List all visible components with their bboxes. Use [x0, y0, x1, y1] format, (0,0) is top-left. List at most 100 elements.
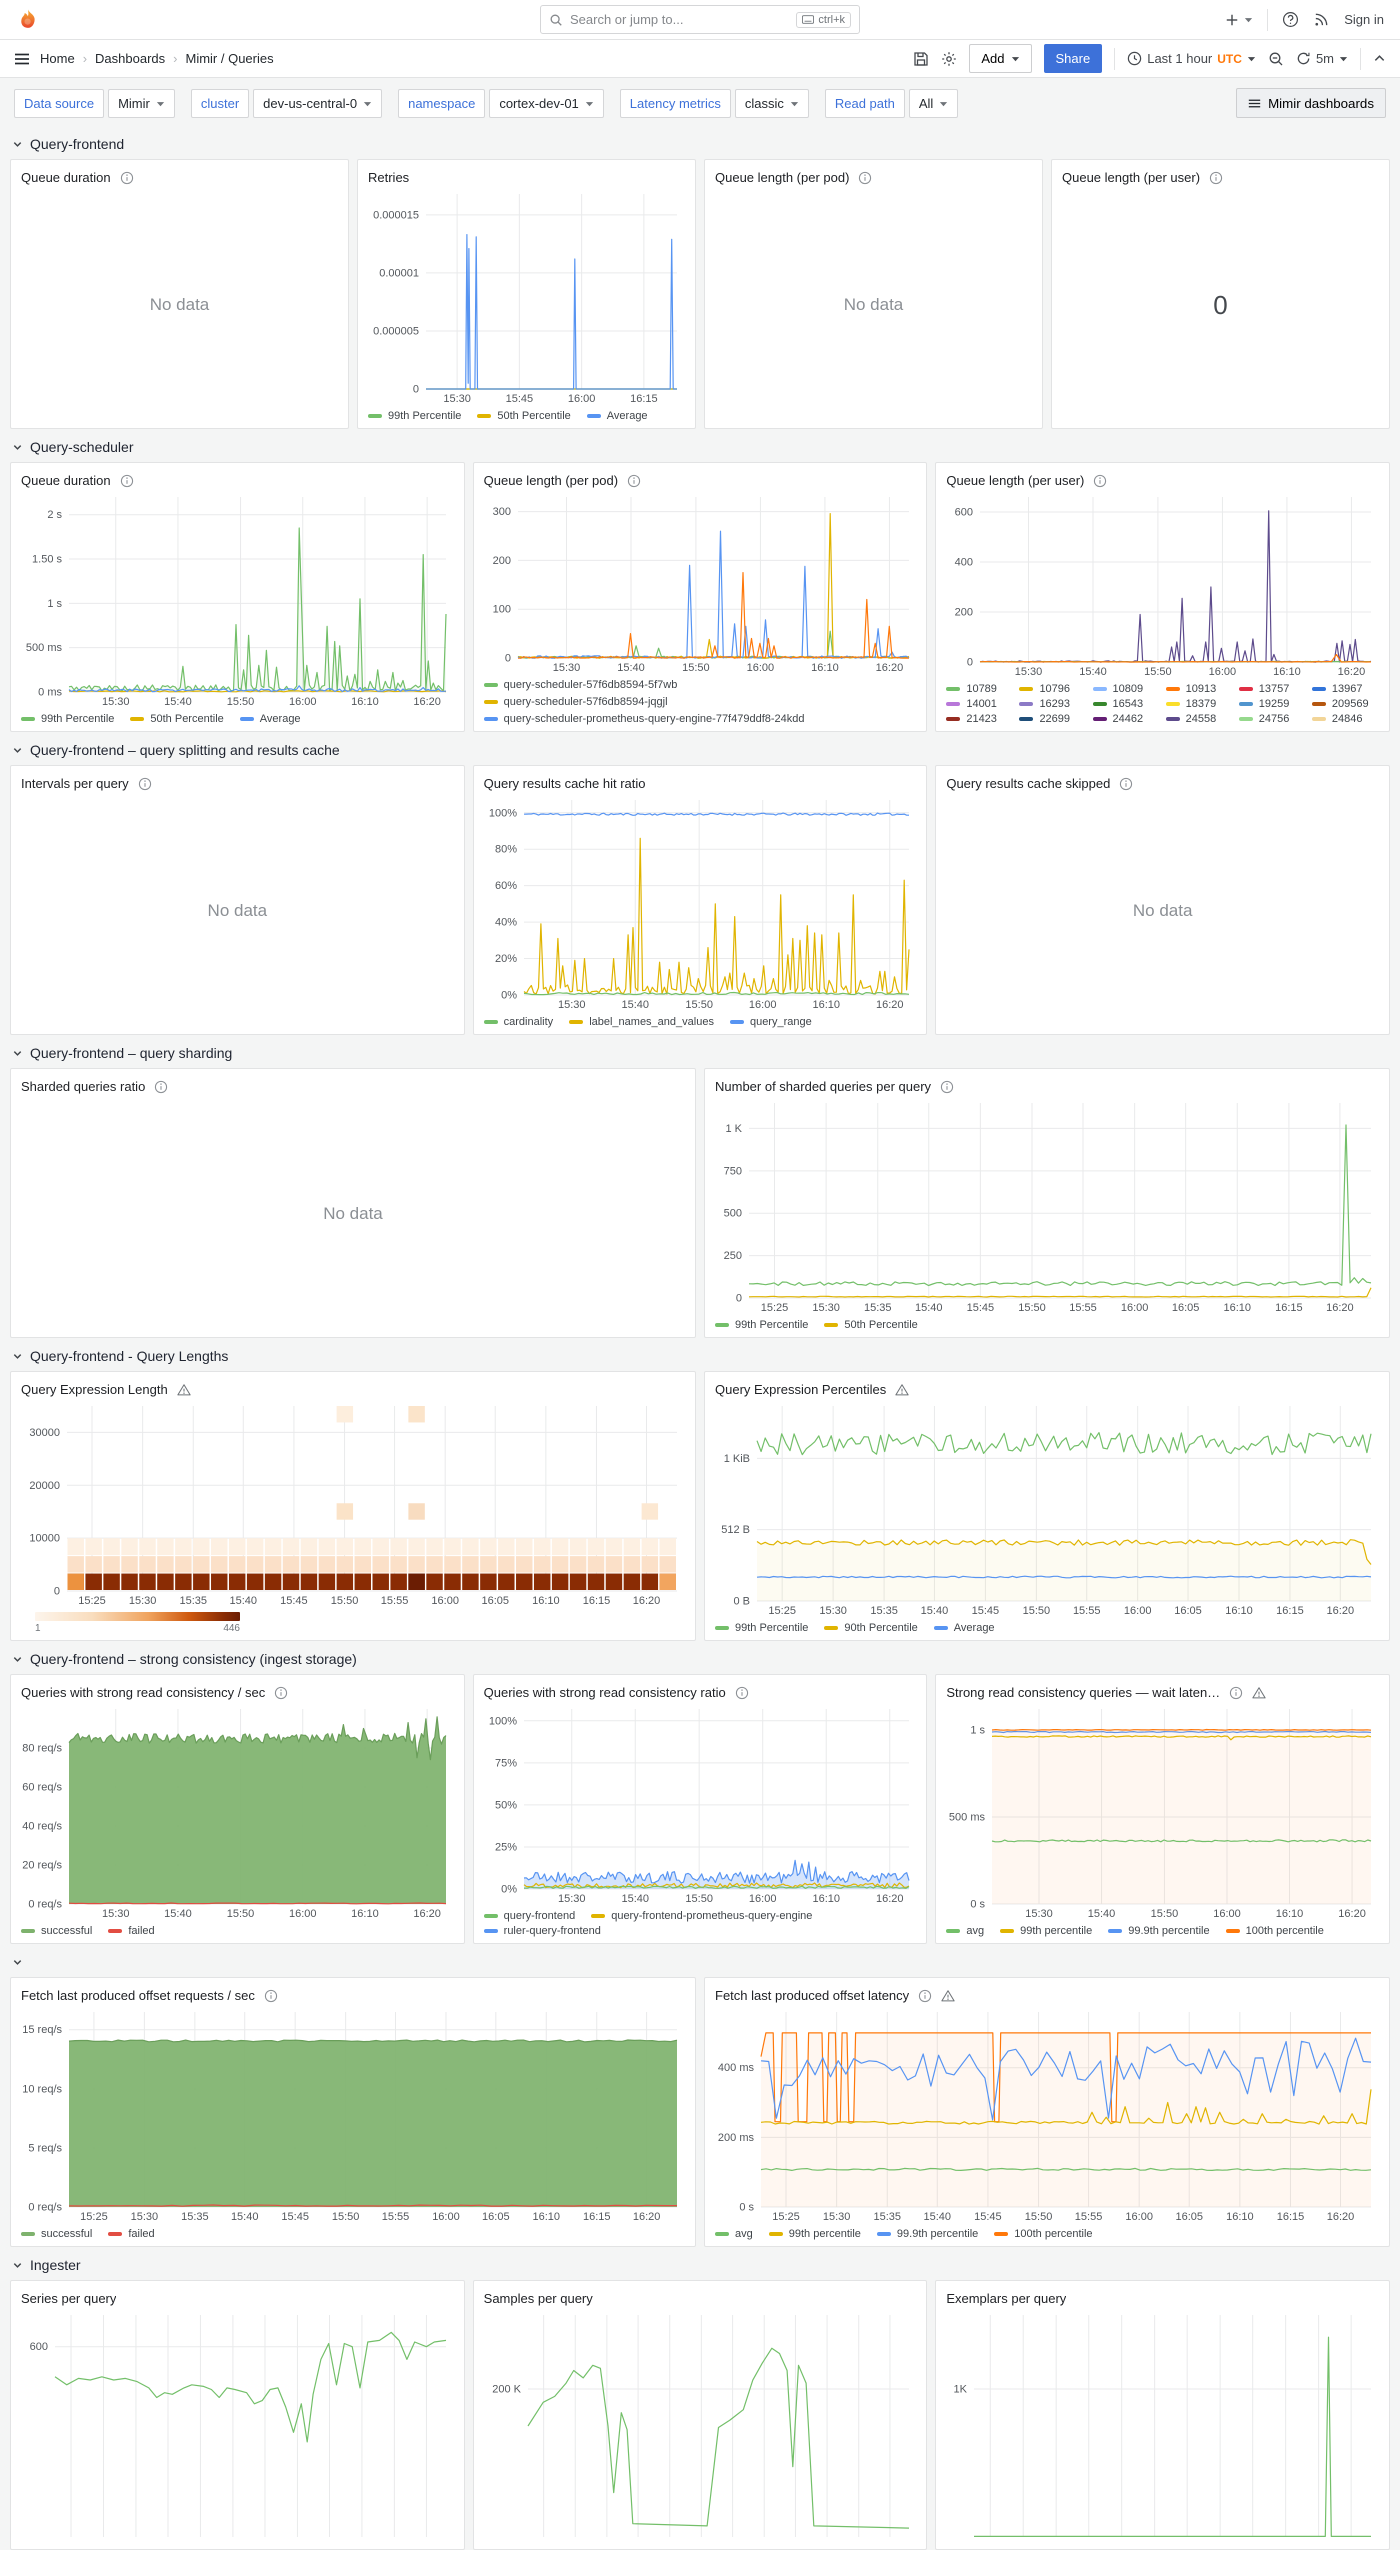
- legend-item[interactable]: 50th Percentile: [824, 1319, 918, 1331]
- panel-header[interactable]: Queue duration: [21, 470, 454, 491]
- warning-icon[interactable]: [1252, 1686, 1266, 1700]
- legend-item[interactable]: 21423: [946, 713, 1013, 725]
- chart-canvas[interactable]: 0 req/s 20 req/s 40 req/s 60 req/s 80 req/s 1…: [21, 1703, 454, 1921]
- chart-canvas[interactable]: 1K: [946, 2309, 1379, 2543]
- info-icon[interactable]: [274, 1686, 288, 1700]
- info-icon[interactable]: [1093, 474, 1107, 488]
- legend-item[interactable]: 100th percentile: [994, 2228, 1093, 2240]
- chart-area[interactable]: 200 K: [484, 2309, 917, 2543]
- legend-item[interactable]: 50th Percentile: [477, 410, 571, 422]
- legend-item[interactable]: cardinality: [483, 1016, 553, 1028]
- chart-area[interactable]: 600: [21, 2309, 454, 2543]
- filter-value-dropdown[interactable]: Mimir: [108, 88, 175, 118]
- info-icon[interactable]: [154, 1080, 168, 1094]
- panel-header[interactable]: Samples per query: [484, 2288, 917, 2309]
- legend-item[interactable]: query_range: [729, 1016, 812, 1028]
- panel-header[interactable]: Exemplars per query: [946, 2288, 1379, 2309]
- section-header[interactable]: Query-frontend – strong consistency (ing…: [12, 1646, 1388, 1672]
- section-header[interactable]: [12, 1949, 1388, 1975]
- legend-item[interactable]: query-frontend: [483, 1910, 575, 1922]
- filter-value-dropdown[interactable]: cortex-dev-01: [489, 88, 604, 118]
- legend-item[interactable]: failed: [108, 2228, 155, 2240]
- section-header[interactable]: Query-frontend: [12, 131, 1388, 157]
- sign-in-link[interactable]: Sign in: [1344, 12, 1384, 27]
- save-icon[interactable]: [913, 51, 929, 67]
- panel-header[interactable]: Retries: [368, 167, 685, 188]
- legend-item[interactable]: 18379: [1165, 698, 1233, 710]
- zoom-out-icon[interactable]: [1268, 51, 1284, 67]
- gear-icon[interactable]: [941, 51, 957, 67]
- info-icon[interactable]: [120, 171, 134, 185]
- legend-item[interactable]: 10789: [946, 683, 1013, 695]
- section-header[interactable]: Query-frontend – query splitting and res…: [12, 737, 1388, 763]
- legend-item[interactable]: 90th Percentile: [824, 1622, 918, 1634]
- mimir-dashboards-button[interactable]: Mimir dashboards: [1236, 88, 1386, 118]
- chart-area[interactable]: 0 req/s 5 req/s 10 req/s 15 req/s 15:25 15:30…: [21, 2006, 685, 2224]
- filter-value-dropdown[interactable]: All: [908, 88, 959, 118]
- chart-area[interactable]: 0% 25% 50% 75% 100% 15:30 15:40 15:50 16:00 16:10…: [484, 1703, 917, 1906]
- chart-area[interactable]: 0 0.000005 0.00001 0.000015 15:30 15:45 16:00 1…: [368, 188, 685, 406]
- legend-item[interactable]: 24558: [1165, 713, 1233, 725]
- chart-area[interactable]: 0 s 200 ms 400 ms 15:25 15:30 15:35 15:40 15:45…: [715, 2006, 1379, 2224]
- legend-item[interactable]: 209569: [1311, 698, 1379, 710]
- legend-item[interactable]: avg: [946, 1925, 984, 1937]
- legend-item[interactable]: query-frontend-prometheus-query-engine: [591, 1910, 812, 1922]
- legend-item[interactable]: 99th percentile: [768, 2228, 861, 2240]
- legend-item[interactable]: successful: [21, 2228, 92, 2240]
- chart-canvas[interactable]: 0 10000 20000 30000 15:25 15:30 15:35 15:40 15:4…: [21, 1400, 685, 1608]
- collapse-toolbar-icon[interactable]: [1373, 52, 1386, 65]
- legend-item[interactable]: 100th percentile: [1225, 1925, 1324, 1937]
- chart-canvas[interactable]: 0 req/s 5 req/s 10 req/s 15 req/s 15:25 15:30…: [21, 2006, 685, 2224]
- chart-area[interactable]: 0 s 500 ms 1 s 15:30 15:40 15:50 16:00 16:10 16:…: [946, 1703, 1379, 1921]
- legend-item[interactable]: 10913: [1165, 683, 1233, 695]
- panel-header[interactable]: Queue length (per pod): [484, 470, 917, 491]
- section-header[interactable]: Query-frontend - Query Lengths: [12, 1343, 1388, 1369]
- chart-canvas[interactable]: 0 0.000005 0.00001 0.000015 15:30 15:45 16:00 1…: [368, 188, 685, 406]
- legend-item[interactable]: query-scheduler-prometheus-query-engine-…: [483, 713, 805, 725]
- panel-header[interactable]: Queue length (per user): [1062, 167, 1379, 188]
- panel-header[interactable]: Query Expression Percentiles: [715, 1379, 1379, 1400]
- chart-area[interactable]: 0 B 512 B 1 KiB 15:25 15:30 15:35 15:40 15:45 15…: [715, 1400, 1379, 1618]
- filter-value-dropdown[interactable]: dev-us-central-0: [253, 88, 383, 118]
- legend-item[interactable]: 24846: [1311, 713, 1379, 725]
- chart-canvas[interactable]: 200 K: [484, 2309, 917, 2543]
- panel-header[interactable]: Queries with strong read consistency / s…: [21, 1682, 454, 1703]
- chart-canvas[interactable]: 0 100 200 300 15:30 15:40 15:50 16:00 16:10 16:20: [484, 491, 917, 675]
- chart-area[interactable]: 0 req/s 20 req/s 40 req/s 60 req/s 80 req/s 1…: [21, 1703, 454, 1921]
- breadcrumb-home[interactable]: Home: [40, 51, 75, 66]
- legend-item[interactable]: 99th Percentile: [715, 1622, 808, 1634]
- legend-item[interactable]: 50th Percentile: [130, 713, 224, 725]
- chart-area[interactable]: 0 10000 20000 30000 15:25 15:30 15:35 15:40 15:4…: [21, 1400, 685, 1608]
- chart-canvas[interactable]: 0% 25% 50% 75% 100% 15:30 15:40 15:50 16:00 16:10…: [484, 1703, 917, 1906]
- info-icon[interactable]: [940, 1080, 954, 1094]
- help-icon[interactable]: [1282, 11, 1299, 28]
- legend-item[interactable]: Average: [239, 713, 301, 725]
- legend-item[interactable]: query-scheduler-57f6db8594-jqgjl: [483, 696, 668, 708]
- share-button[interactable]: Share: [1043, 44, 1103, 73]
- section-header[interactable]: Ingester: [12, 2252, 1388, 2278]
- time-picker[interactable]: Last 1 hour UTC: [1127, 51, 1256, 66]
- grafana-logo[interactable]: [16, 8, 40, 32]
- info-icon[interactable]: [120, 474, 134, 488]
- panel-header[interactable]: Queue length (per pod): [715, 167, 1032, 188]
- info-icon[interactable]: [264, 1989, 278, 2003]
- legend-item[interactable]: ruler-query-frontend: [483, 1925, 601, 1937]
- legend-item[interactable]: 99.9th percentile: [876, 2228, 978, 2240]
- chart-canvas[interactable]: 0 250 500 750 1 K 15:25 15:30 15:35 15:40 15:45 15…: [715, 1097, 1379, 1315]
- info-icon[interactable]: [1229, 1686, 1243, 1700]
- legend-item[interactable]: avg: [715, 2228, 753, 2240]
- panel-header[interactable]: Strong read consistency queries — wait l…: [946, 1682, 1379, 1703]
- breadcrumb-dashboards[interactable]: Dashboards: [95, 51, 165, 66]
- legend-item[interactable]: query-scheduler-57f6db8594-5f7wb: [483, 679, 677, 691]
- legend-item[interactable]: 24462: [1092, 713, 1160, 725]
- info-icon[interactable]: [627, 474, 641, 488]
- chart-area[interactable]: 0 ms 500 ms 1 s 1.50 s 2 s 15:30 15:40 15:50 16:…: [21, 491, 454, 709]
- warning-icon[interactable]: [177, 1383, 191, 1397]
- panel-header[interactable]: Query Expression Length: [21, 1379, 685, 1400]
- refresh-picker[interactable]: 5m: [1296, 51, 1348, 66]
- legend-item[interactable]: 16543: [1092, 698, 1160, 710]
- legend-item[interactable]: 99th Percentile: [368, 410, 461, 422]
- panel-header[interactable]: Query results cache hit ratio: [484, 773, 917, 794]
- chart-area[interactable]: 0 200 400 600 15:30 15:40 15:50 16:00 16:10 16:20: [946, 491, 1379, 679]
- legend-item[interactable]: failed: [108, 1925, 155, 1937]
